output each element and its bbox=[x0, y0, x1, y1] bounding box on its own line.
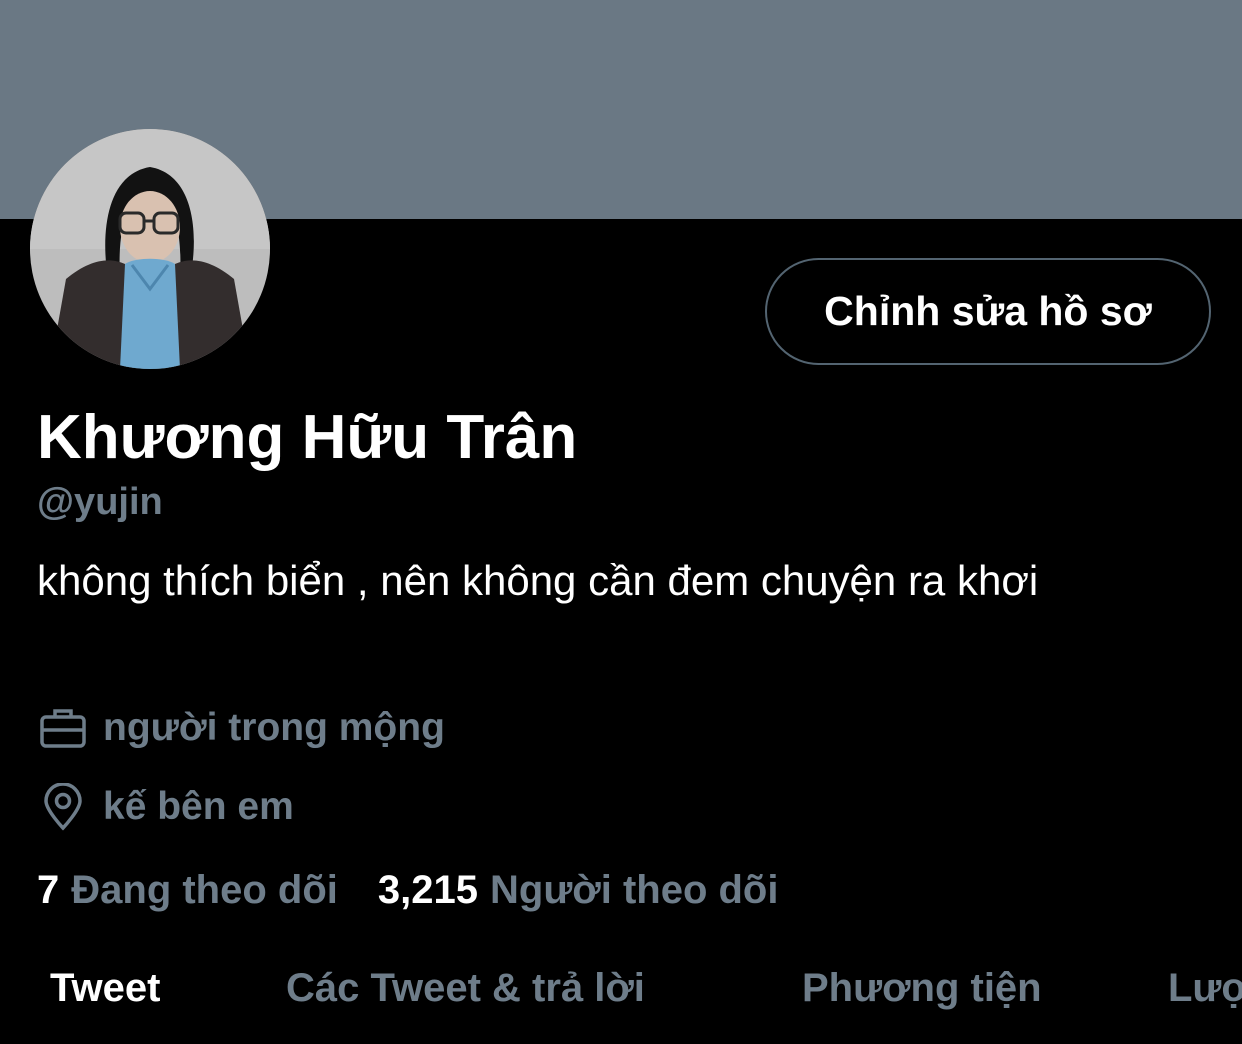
work-label: người trong mộng bbox=[103, 706, 445, 749]
followers-label: Người theo dõi bbox=[490, 868, 779, 912]
following-count: 7 bbox=[37, 868, 60, 912]
profile-work: người trong mộng bbox=[37, 702, 445, 754]
location-pin-icon bbox=[37, 781, 89, 833]
avatar[interactable] bbox=[30, 129, 270, 369]
follow-stats: 7 Đang theo dõi 3,215 Người theo dõi bbox=[37, 868, 778, 913]
display-name: Khương Hữu Trân bbox=[37, 403, 578, 472]
profile-location: kế bên em bbox=[37, 781, 294, 833]
following-label: Đang theo dõi bbox=[71, 868, 338, 912]
followers-link[interactable]: 3,215 Người theo dõi bbox=[378, 868, 779, 913]
profile-bio: không thích biển , nên không cần đem chu… bbox=[37, 557, 1039, 604]
profile-tabs: Tweet Các Tweet & trả lời Phương tiện Lư… bbox=[0, 958, 1242, 1044]
tab-likes[interactable]: Lượt thích bbox=[1168, 966, 1242, 1011]
location-label: kế bên em bbox=[103, 785, 294, 828]
username-handle: @yujin bbox=[37, 481, 163, 523]
tab-media[interactable]: Phương tiện bbox=[802, 966, 1042, 1011]
briefcase-icon bbox=[37, 702, 89, 754]
tab-tweets[interactable]: Tweet bbox=[50, 966, 160, 1011]
followers-count: 3,215 bbox=[377, 868, 478, 912]
tab-tweets-and-replies[interactable]: Các Tweet & trả lời bbox=[286, 966, 645, 1011]
edit-profile-button[interactable]: Chỉnh sửa hồ sơ bbox=[765, 258, 1211, 365]
following-link[interactable]: 7 Đang theo dõi bbox=[37, 868, 338, 913]
